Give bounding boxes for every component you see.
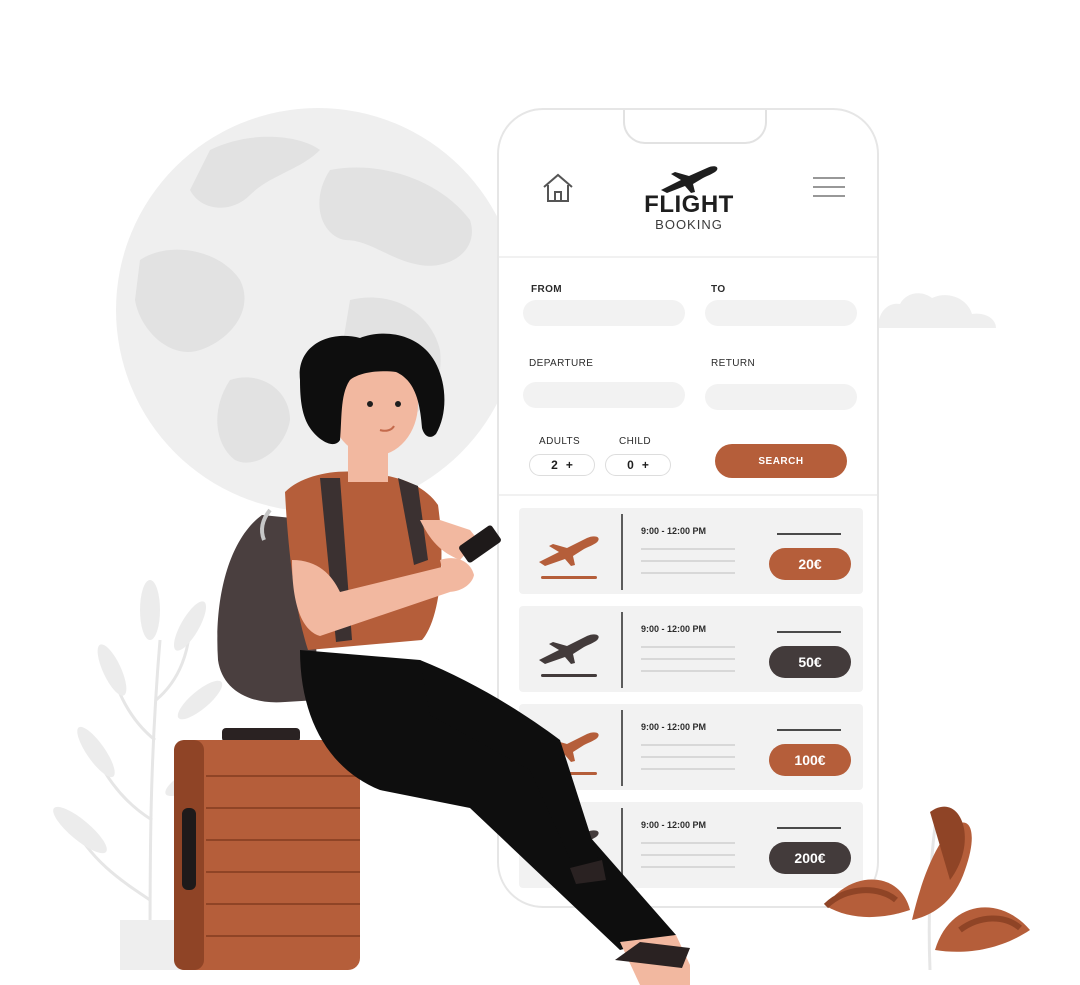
card-divider bbox=[621, 514, 623, 590]
cloud-icon bbox=[878, 293, 996, 328]
departure-input[interactable] bbox=[523, 382, 685, 408]
airplane-icon bbox=[539, 536, 599, 566]
price-line bbox=[777, 631, 841, 633]
detail-line bbox=[641, 548, 735, 550]
logo-title: FLIGHT bbox=[644, 191, 734, 218]
detail-line bbox=[641, 854, 735, 856]
return-input[interactable] bbox=[705, 384, 857, 410]
phone-screen: FLIGHT BOOKING FROM TO DEPARTURE RETURN … bbox=[497, 108, 879, 908]
price-badge[interactable]: 20€ bbox=[769, 548, 851, 580]
price-badge[interactable]: 50€ bbox=[769, 646, 851, 678]
departure-label: DEPARTURE bbox=[529, 358, 594, 369]
flight-time: 9:00 - 12:00 PM bbox=[641, 624, 707, 634]
results-divider bbox=[499, 494, 877, 496]
app-logo: FLIGHT BOOKING bbox=[619, 160, 759, 232]
to-input[interactable] bbox=[705, 300, 857, 326]
adults-label: ADULTS bbox=[539, 436, 581, 447]
flight-time: 9:00 - 12:00 PM bbox=[641, 526, 707, 536]
plant-left-leaves bbox=[53, 580, 223, 854]
return-label: RETURN bbox=[711, 358, 756, 369]
plane-shadow bbox=[541, 870, 597, 873]
detail-line bbox=[641, 744, 735, 746]
child-label: CHILD bbox=[619, 436, 652, 447]
airplane-icon bbox=[539, 732, 599, 762]
child-value: 0 bbox=[627, 458, 634, 472]
detail-line bbox=[641, 658, 735, 660]
detail-line bbox=[641, 768, 735, 770]
illustration-scene: FLIGHT BOOKING FROM TO DEPARTURE RETURN … bbox=[0, 0, 1080, 985]
price-badge[interactable]: 100€ bbox=[769, 744, 851, 776]
child-plus-button[interactable]: + bbox=[642, 458, 649, 472]
plane-shadow bbox=[541, 772, 597, 775]
adults-value: 2 bbox=[551, 458, 558, 472]
card-divider bbox=[621, 808, 623, 884]
logo-subtitle: BOOKING bbox=[655, 217, 723, 232]
flight-result-card[interactable]: 9:00 - 12:00 PM 20€ bbox=[519, 508, 863, 594]
to-label: TO bbox=[711, 284, 726, 295]
detail-line bbox=[641, 572, 735, 574]
plant-pot bbox=[120, 920, 180, 970]
card-divider bbox=[621, 710, 623, 786]
flight-result-card[interactable]: 9:00 - 12:00 PM 200€ bbox=[519, 802, 863, 888]
adults-stepper[interactable]: 2 + bbox=[529, 454, 595, 476]
airplane-icon bbox=[539, 830, 599, 860]
flight-time: 9:00 - 12:00 PM bbox=[641, 820, 707, 830]
phone-notch bbox=[623, 110, 767, 144]
price-line bbox=[777, 729, 841, 731]
detail-line bbox=[641, 866, 735, 868]
price-line bbox=[777, 827, 841, 829]
plane-shadow bbox=[541, 576, 597, 579]
plane-shadow bbox=[541, 674, 597, 677]
home-icon[interactable] bbox=[541, 172, 575, 204]
header-divider bbox=[499, 256, 877, 258]
hamburger-menu-icon[interactable] bbox=[811, 176, 847, 198]
from-input[interactable] bbox=[523, 300, 685, 326]
detail-line bbox=[641, 670, 735, 672]
card-divider bbox=[621, 612, 623, 688]
detail-line bbox=[641, 756, 735, 758]
airplane-icon bbox=[539, 634, 599, 664]
price-badge[interactable]: 200€ bbox=[769, 842, 851, 874]
child-stepper[interactable]: 0 + bbox=[605, 454, 671, 476]
from-label: FROM bbox=[531, 284, 563, 295]
flight-result-card[interactable]: 9:00 - 12:00 PM 50€ bbox=[519, 606, 863, 692]
airplane-icon bbox=[661, 166, 718, 193]
search-button[interactable]: SEARCH bbox=[715, 444, 847, 478]
flight-result-card[interactable]: 9:00 - 12:00 PM 100€ bbox=[519, 704, 863, 790]
price-line bbox=[777, 533, 841, 535]
detail-line bbox=[641, 842, 735, 844]
adults-plus-button[interactable]: + bbox=[566, 458, 573, 472]
flight-time: 9:00 - 12:00 PM bbox=[641, 722, 707, 732]
detail-line bbox=[641, 646, 735, 648]
detail-line bbox=[641, 560, 735, 562]
